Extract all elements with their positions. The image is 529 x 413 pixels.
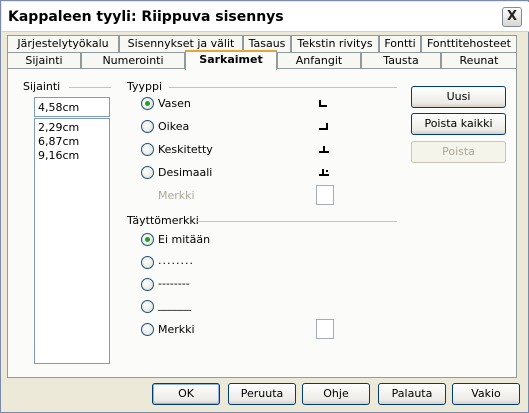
cancel-button[interactable]: Peruuta xyxy=(228,383,296,405)
radio-label-fill-dashes[interactable]: -------- xyxy=(158,277,190,290)
close-button[interactable]: X xyxy=(502,7,522,27)
tab-anfangit[interactable]: Anfangit xyxy=(277,52,361,69)
tab-left-icon xyxy=(319,100,329,108)
help-button[interactable]: Ohje xyxy=(302,383,370,405)
radio-label-fill-none[interactable]: Ei mitään xyxy=(158,233,210,246)
radio-keskitetty[interactable] xyxy=(141,143,154,156)
list-item[interactable]: 2,29cm xyxy=(38,121,79,134)
list-item[interactable]: 6,87cm xyxy=(38,135,79,148)
radio-vasen[interactable] xyxy=(141,97,154,110)
radio-fill-dots[interactable] xyxy=(141,256,154,269)
radio-label-fill-char[interactable]: Merkki xyxy=(158,323,195,336)
type-divider xyxy=(169,87,397,88)
radio-fill-none[interactable] xyxy=(141,233,154,246)
position-divider xyxy=(69,87,111,88)
radio-label-fill-dots[interactable]: ........ xyxy=(158,254,194,267)
tab-fontti[interactable]: Fontti xyxy=(379,35,421,52)
tab-tekstin-rivitys[interactable]: Tekstin rivitys xyxy=(291,35,379,52)
fill-divider xyxy=(197,221,397,222)
standard-button[interactable]: Vakio xyxy=(452,383,520,405)
fill-header: Täyttömerkki xyxy=(127,214,203,227)
tab-fonttitehosteet[interactable]: Fonttitehosteet xyxy=(421,35,517,52)
ok-button[interactable]: OK xyxy=(152,383,220,405)
tab-right-icon xyxy=(319,123,329,131)
char-input[interactable] xyxy=(316,185,334,205)
tab-tausta[interactable]: Tausta xyxy=(361,52,441,69)
title-bar: Kappaleen tyyli: Riippuva sisennys X xyxy=(2,2,529,32)
type-header: Tyyppi xyxy=(127,80,167,93)
reset-button[interactable]: Palauta xyxy=(378,383,446,405)
tab-sijainti[interactable]: Sijainti xyxy=(7,52,81,69)
position-input[interactable] xyxy=(34,97,110,117)
position-header: Sijainti xyxy=(23,80,65,93)
tab-sarkaimet[interactable]: Sarkaimet xyxy=(185,50,277,70)
new-button[interactable]: Uusi xyxy=(411,86,506,108)
tab-center-icon xyxy=(319,146,329,154)
radio-fill-underline[interactable] xyxy=(141,300,154,313)
radio-label-fill-underline[interactable]: ______ xyxy=(158,298,191,311)
tab-decimal-icon xyxy=(319,169,329,177)
char-label: Merkki xyxy=(158,189,195,202)
window-title: Kappaleen tyyli: Riippuva sisennys xyxy=(8,9,284,25)
radio-oikea[interactable] xyxy=(141,120,154,133)
radio-fill-dashes[interactable] xyxy=(141,278,154,291)
fill-char-input[interactable] xyxy=(316,319,334,339)
tab-numerointi[interactable]: Numerointi xyxy=(81,52,185,69)
list-item[interactable]: 9,16cm xyxy=(38,149,79,162)
tab-reunat[interactable]: Reunat xyxy=(441,52,517,69)
radio-label-oikea[interactable]: Oikea xyxy=(158,120,189,133)
close-icon: X xyxy=(506,9,518,24)
tab-jarjestelytyokalu[interactable]: Järjestelytyökalu xyxy=(7,35,119,52)
radio-fill-char[interactable] xyxy=(141,323,154,336)
radio-label-keskitetty[interactable]: Keskitetty xyxy=(158,143,213,156)
position-list[interactable]: 2,29cm 6,87cm 9,16cm xyxy=(34,118,110,364)
radio-label-desimaali[interactable]: Desimaali xyxy=(158,166,212,179)
delete-button[interactable]: Poista xyxy=(411,141,506,163)
dialog-window: Kappaleen tyyli: Riippuva sisennys X Jär… xyxy=(0,0,529,413)
radio-desimaali[interactable] xyxy=(141,166,154,179)
delete-all-button[interactable]: Poista kaikki xyxy=(411,113,506,135)
radio-label-vasen[interactable]: Vasen xyxy=(158,97,191,110)
